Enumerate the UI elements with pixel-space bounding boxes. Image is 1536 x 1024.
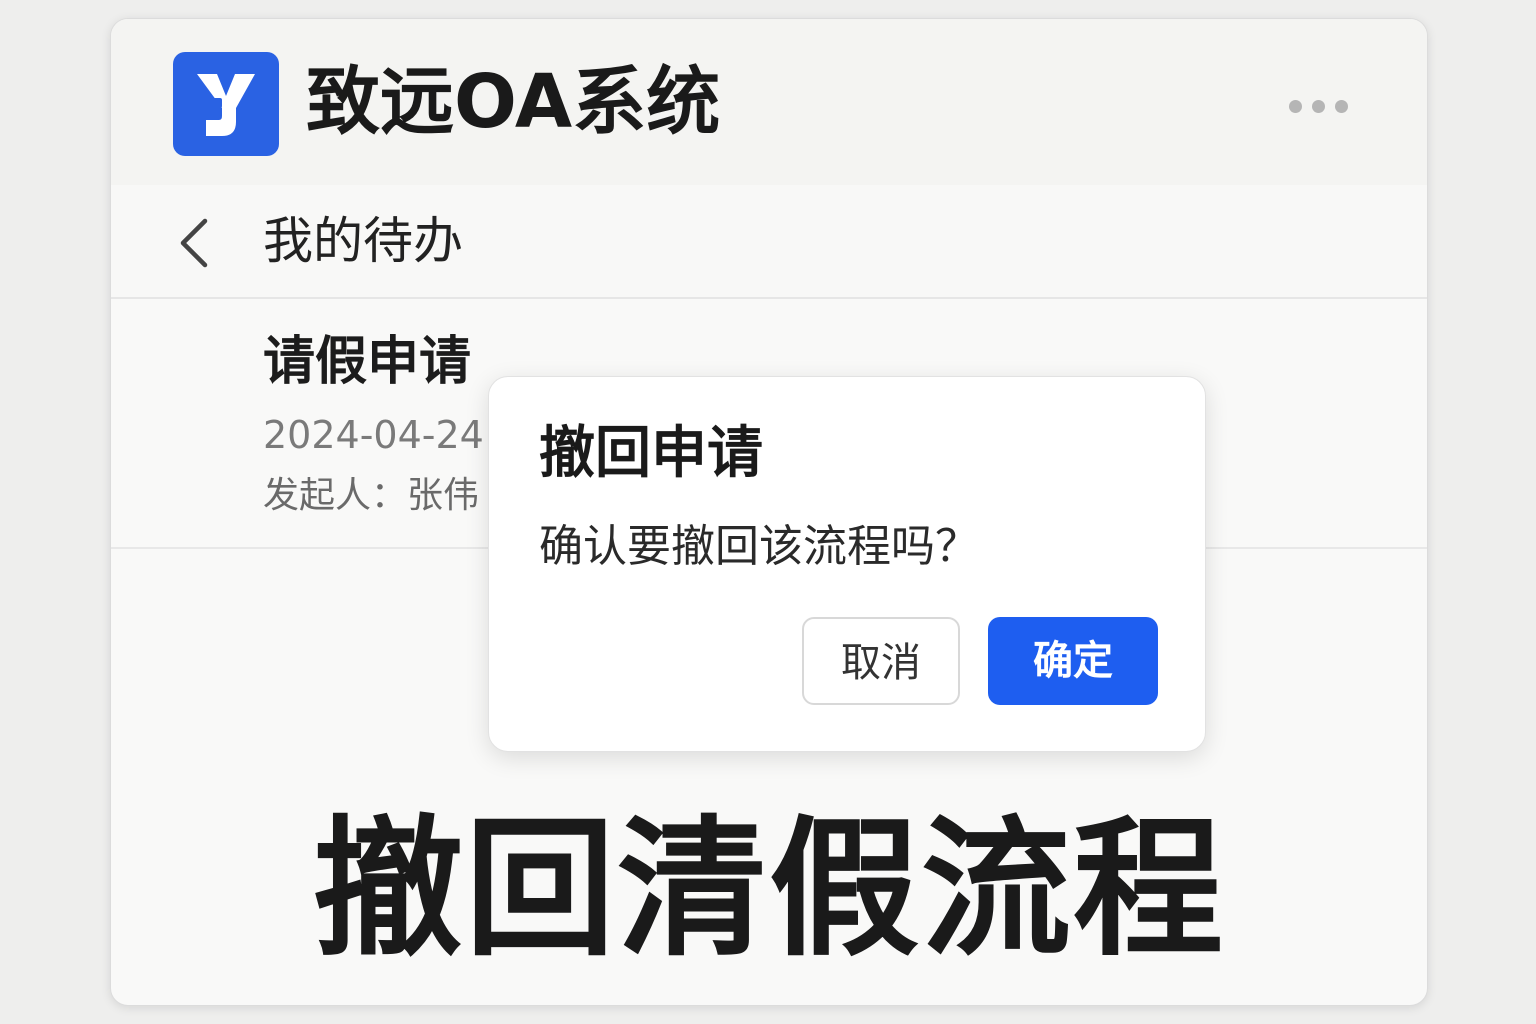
confirm-button[interactable]: 确定 — [988, 617, 1158, 705]
dialog-title: 撤回申请 — [539, 421, 763, 486]
todo-item-initiator: 发起人：张伟 — [263, 475, 480, 516]
more-dots-icon[interactable] — [1289, 93, 1359, 121]
nav-bar: 我的待办 — [111, 185, 1427, 299]
todo-item-title: 请假申请 — [263, 332, 472, 392]
withdraw-confirm-dialog: 撤回申请 确认要撤回该流程吗？ 取消 确定 — [488, 376, 1206, 752]
cancel-button[interactable]: 取消 — [802, 617, 960, 705]
todo-item-date: 2024-04-24 — [263, 413, 484, 457]
app-title: 致远OA系统 — [306, 59, 721, 145]
app-header: 致远OA系统 — [111, 19, 1427, 185]
page-title: 我的待办 — [263, 212, 463, 270]
app-window: 致远OA系统 我的待办 请假申请 2024-04-24 发起人：张伟 撤回申请 … — [110, 18, 1428, 1006]
chevron-left-icon[interactable] — [173, 215, 219, 271]
caption-text: 撤回清假流程 — [312, 803, 1225, 977]
yonyou-logo-icon — [173, 52, 279, 156]
dialog-message: 确认要撤回该流程吗？ — [539, 521, 979, 572]
